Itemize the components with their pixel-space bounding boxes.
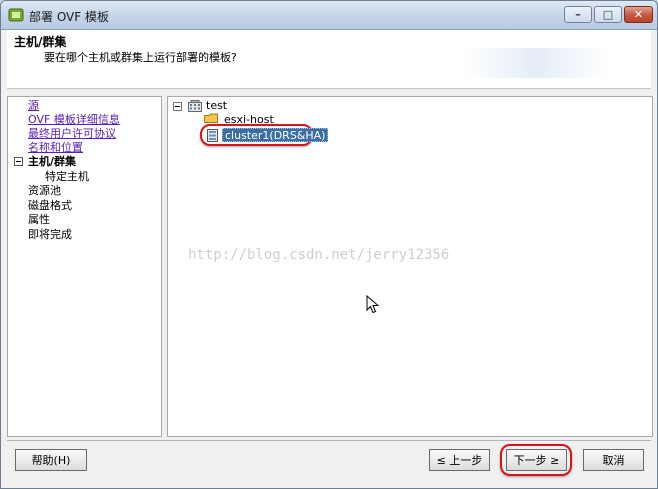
tree-node-cluster1[interactable]: cluster1(DRS&HA)	[222, 128, 329, 142]
step-ovf-details[interactable]: OVF 模板详细信息	[28, 113, 120, 127]
maximize-button[interactable]: □	[594, 6, 622, 23]
minimize-button[interactable]: –	[564, 6, 592, 23]
step-eula[interactable]: 最终用户许可协议	[28, 127, 116, 141]
next-button[interactable]: 下一步 ≥	[506, 449, 567, 471]
step-ready-to-complete: 即将完成	[28, 228, 72, 241]
page-title: 主机/群集	[14, 35, 67, 49]
cluster-highlight: cluster1(DRS&HA)	[200, 124, 329, 146]
back-button[interactable]: ≤ 上一步	[429, 449, 490, 471]
header-decoration	[461, 48, 611, 78]
tree-collapse-icon[interactable]	[173, 102, 182, 111]
step-disk-format: 磁盘格式	[28, 199, 72, 212]
cluster-icon	[207, 129, 218, 142]
tree-node-esxi-host[interactable]: esxi-host	[224, 112, 274, 123]
step-host-cluster: 主机/群集	[28, 155, 77, 168]
host-cluster-tree: test esxi-host cluster1(DRS&HA) http://b…	[167, 96, 653, 437]
deploy-ovf-dialog: 部署 OVF 模板 – □ ✕ 主机/群集 要在哪个主机或群集上运行部署的模板?…	[0, 0, 658, 489]
folder-icon	[204, 113, 218, 123]
wizard-steps: 源 OVF 模板详细信息 最终用户许可协议 名称和位置 主机/群集 特定主机 资…	[7, 96, 162, 437]
step-specific-host: 特定主机	[45, 170, 89, 183]
step-name-location[interactable]: 名称和位置	[28, 141, 83, 155]
page-subtitle: 要在哪个主机或群集上运行部署的模板?	[44, 51, 237, 64]
step-resource-pool: 资源池	[28, 184, 61, 197]
ovf-app-icon	[8, 8, 24, 22]
cancel-button[interactable]: 取消	[583, 449, 644, 471]
collapse-icon[interactable]	[14, 157, 23, 166]
step-source[interactable]: 源	[28, 99, 39, 113]
help-button[interactable]: 帮助(H)	[15, 449, 87, 471]
step-properties: 属性	[28, 213, 50, 226]
mouse-cursor-icon	[366, 295, 380, 314]
close-button[interactable]: ✕	[624, 6, 653, 23]
window-title: 部署 OVF 模板	[29, 10, 109, 24]
footer-divider	[7, 440, 651, 441]
datacenter-icon	[188, 100, 202, 112]
title-bar[interactable]: 部署 OVF 模板 – □ ✕	[1, 1, 657, 30]
watermark-text: http://blog.csdn.net/jerry12356	[188, 247, 450, 263]
tree-node-test[interactable]: test	[206, 99, 227, 112]
page-header: 主机/群集 要在哪个主机或群集上运行部署的模板?	[7, 30, 651, 89]
